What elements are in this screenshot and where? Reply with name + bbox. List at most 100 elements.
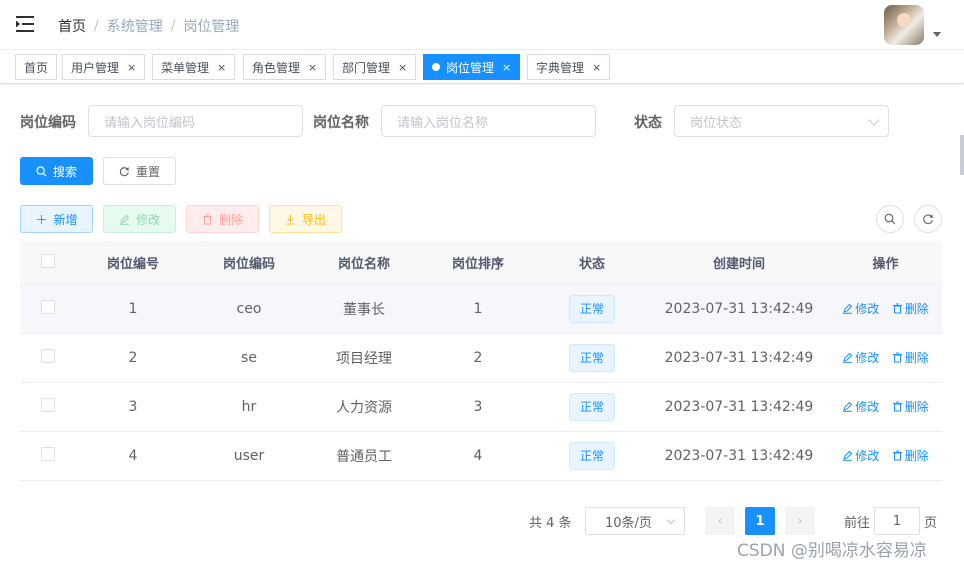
refresh-icon	[119, 166, 129, 176]
search-icon	[36, 165, 47, 176]
close-icon[interactable]: ×	[502, 61, 511, 74]
status-label: 状态	[634, 115, 662, 131]
status-badge: 正常	[568, 295, 615, 323]
close-icon[interactable]: ×	[398, 61, 407, 74]
col-created: 创建时间	[712, 257, 765, 272]
cell-post-code: hr	[241, 399, 257, 415]
tag-user[interactable]: 用户管理 ×	[62, 54, 146, 80]
row-edit-button[interactable]: 修改	[842, 300, 879, 317]
tag-home[interactable]: 首页	[15, 54, 58, 80]
status-badge: 正常	[568, 442, 615, 470]
row-edit-button[interactable]: 修改	[842, 447, 879, 464]
tags-view: 首页 用户管理 × 菜单管理 × 角色管理 × 部门管理 × 岗位管理 × 字典管理 ×	[0, 50, 964, 84]
goto-suffix: 页	[924, 515, 938, 531]
status-badge: 正常	[568, 344, 615, 372]
toggle-search-button[interactable]	[876, 205, 904, 233]
row-delete-button[interactable]: 删除	[892, 300, 929, 317]
cell-post-sort: 4	[473, 448, 483, 464]
col-post-code: 岗位编码	[222, 257, 275, 272]
tag-role[interactable]: 角色管理 ×	[243, 54, 327, 80]
menu-fold-icon[interactable]	[16, 16, 34, 32]
tag-menu[interactable]: 菜单管理 ×	[152, 54, 236, 80]
download-icon	[286, 214, 295, 224]
close-icon[interactable]: ×	[217, 61, 226, 74]
cell-created: 2023-07-31 13:42:49	[664, 301, 814, 317]
breadcrumb-system: 系统管理	[106, 19, 163, 35]
post-table: 岗位编号 岗位编码 岗位名称 岗位排序 状态 创建时间 操作 1 ceo 董事长…	[20, 241, 942, 481]
table-header: 岗位编号 岗位编码 岗位名称 岗位排序 状态 创建时间 操作	[20, 241, 942, 285]
scrollbar[interactable]	[960, 135, 964, 175]
delete-icon	[892, 303, 902, 314]
row-checkbox[interactable]	[40, 349, 55, 363]
row-checkbox[interactable]	[40, 398, 55, 412]
post-name-label: 岗位名称	[313, 115, 369, 131]
goto-page-input[interactable]: 1	[874, 507, 920, 535]
post-code-input[interactable]: 请输入岗位编码	[88, 105, 303, 137]
refresh-table-button[interactable]	[914, 205, 942, 233]
reset-button[interactable]: 重置	[103, 157, 176, 185]
edit-button[interactable]: 修改	[103, 205, 176, 233]
cell-created: 2023-07-31 13:42:49	[664, 448, 814, 464]
tag-dict[interactable]: 字典管理 ×	[527, 54, 611, 80]
cell-post-name: 人力资源	[336, 400, 392, 416]
cell-post-name: 项目经理	[336, 351, 392, 367]
table-row[interactable]: 3 hr 人力资源 3 正常 2023-07-31 13:42:49 修改 删除	[20, 383, 942, 432]
row-checkbox[interactable]	[40, 447, 55, 461]
cell-post-code: user	[233, 448, 265, 464]
cell-post-id: 3	[128, 399, 138, 415]
col-post-name: 岗位名称	[337, 257, 390, 272]
edit-icon	[843, 352, 853, 363]
edit-icon	[843, 401, 853, 412]
prev-page-button[interactable]: ‹	[705, 507, 735, 535]
breadcrumb-home[interactable]: 首页	[58, 16, 86, 36]
page-size-select[interactable]: 10条/页	[585, 507, 685, 535]
caret-down-icon[interactable]	[933, 32, 941, 37]
row-edit-button[interactable]: 修改	[842, 349, 879, 366]
delete-icon	[202, 214, 212, 224]
delete-button[interactable]: 删除	[186, 205, 259, 233]
row-checkbox[interactable]	[40, 300, 55, 314]
col-status: 状态	[578, 257, 605, 272]
cell-post-id: 1	[128, 301, 138, 317]
col-post-id: 岗位编号	[106, 257, 159, 272]
edit-icon	[843, 450, 853, 461]
row-edit-button[interactable]: 修改	[842, 398, 879, 415]
table-row[interactable]: 2 se 项目经理 2 正常 2023-07-31 13:42:49 修改 删除	[20, 334, 942, 383]
active-dot-icon	[432, 63, 440, 71]
chevron-down-icon	[868, 114, 880, 126]
navbar: 首页 / 系统管理 / 岗位管理	[0, 0, 964, 50]
cell-post-sort: 1	[473, 301, 483, 317]
cell-created: 2023-07-31 13:42:49	[664, 350, 814, 366]
cell-created: 2023-07-31 13:42:49	[664, 399, 814, 415]
cell-post-name: 普通员工	[336, 449, 392, 465]
page-number-current[interactable]: 1	[745, 507, 775, 535]
delete-icon	[892, 401, 902, 412]
row-delete-button[interactable]: 删除	[892, 398, 929, 415]
status-badge: 正常	[568, 393, 615, 421]
chevron-left-icon: ‹	[717, 513, 723, 529]
cell-post-name: 董事长	[343, 302, 385, 318]
refresh-icon	[923, 214, 933, 225]
cell-post-code: se	[241, 350, 257, 366]
post-code-label: 岗位编码	[20, 115, 76, 131]
tag-dept[interactable]: 部门管理 ×	[333, 54, 417, 80]
select-all-checkbox[interactable]	[40, 253, 55, 268]
export-button[interactable]: 导出	[269, 205, 342, 233]
avatar[interactable]	[884, 5, 924, 45]
table-row[interactable]: 4 user 普通员工 4 正常 2023-07-31 13:42:49 修改 …	[20, 432, 942, 481]
row-delete-button[interactable]: 删除	[892, 447, 929, 464]
row-delete-button[interactable]: 删除	[892, 349, 929, 366]
search-button[interactable]: 搜索	[20, 157, 93, 185]
chevron-down-icon	[666, 515, 676, 525]
close-icon[interactable]: ×	[308, 61, 317, 74]
post-name-input[interactable]: 请输入岗位名称	[381, 105, 596, 137]
add-button[interactable]: ＋新增	[20, 205, 93, 233]
cell-post-sort: 3	[473, 399, 483, 415]
status-select[interactable]: 岗位状态	[674, 105, 889, 137]
close-icon[interactable]: ×	[127, 61, 136, 74]
chevron-right-icon: ›	[797, 513, 803, 529]
next-page-button[interactable]: ›	[785, 507, 815, 535]
tag-post[interactable]: 岗位管理 ×	[423, 54, 521, 80]
table-row[interactable]: 1 ceo 董事长 1 正常 2023-07-31 13:42:49 修改 删除	[20, 285, 942, 334]
close-icon[interactable]: ×	[592, 61, 601, 74]
